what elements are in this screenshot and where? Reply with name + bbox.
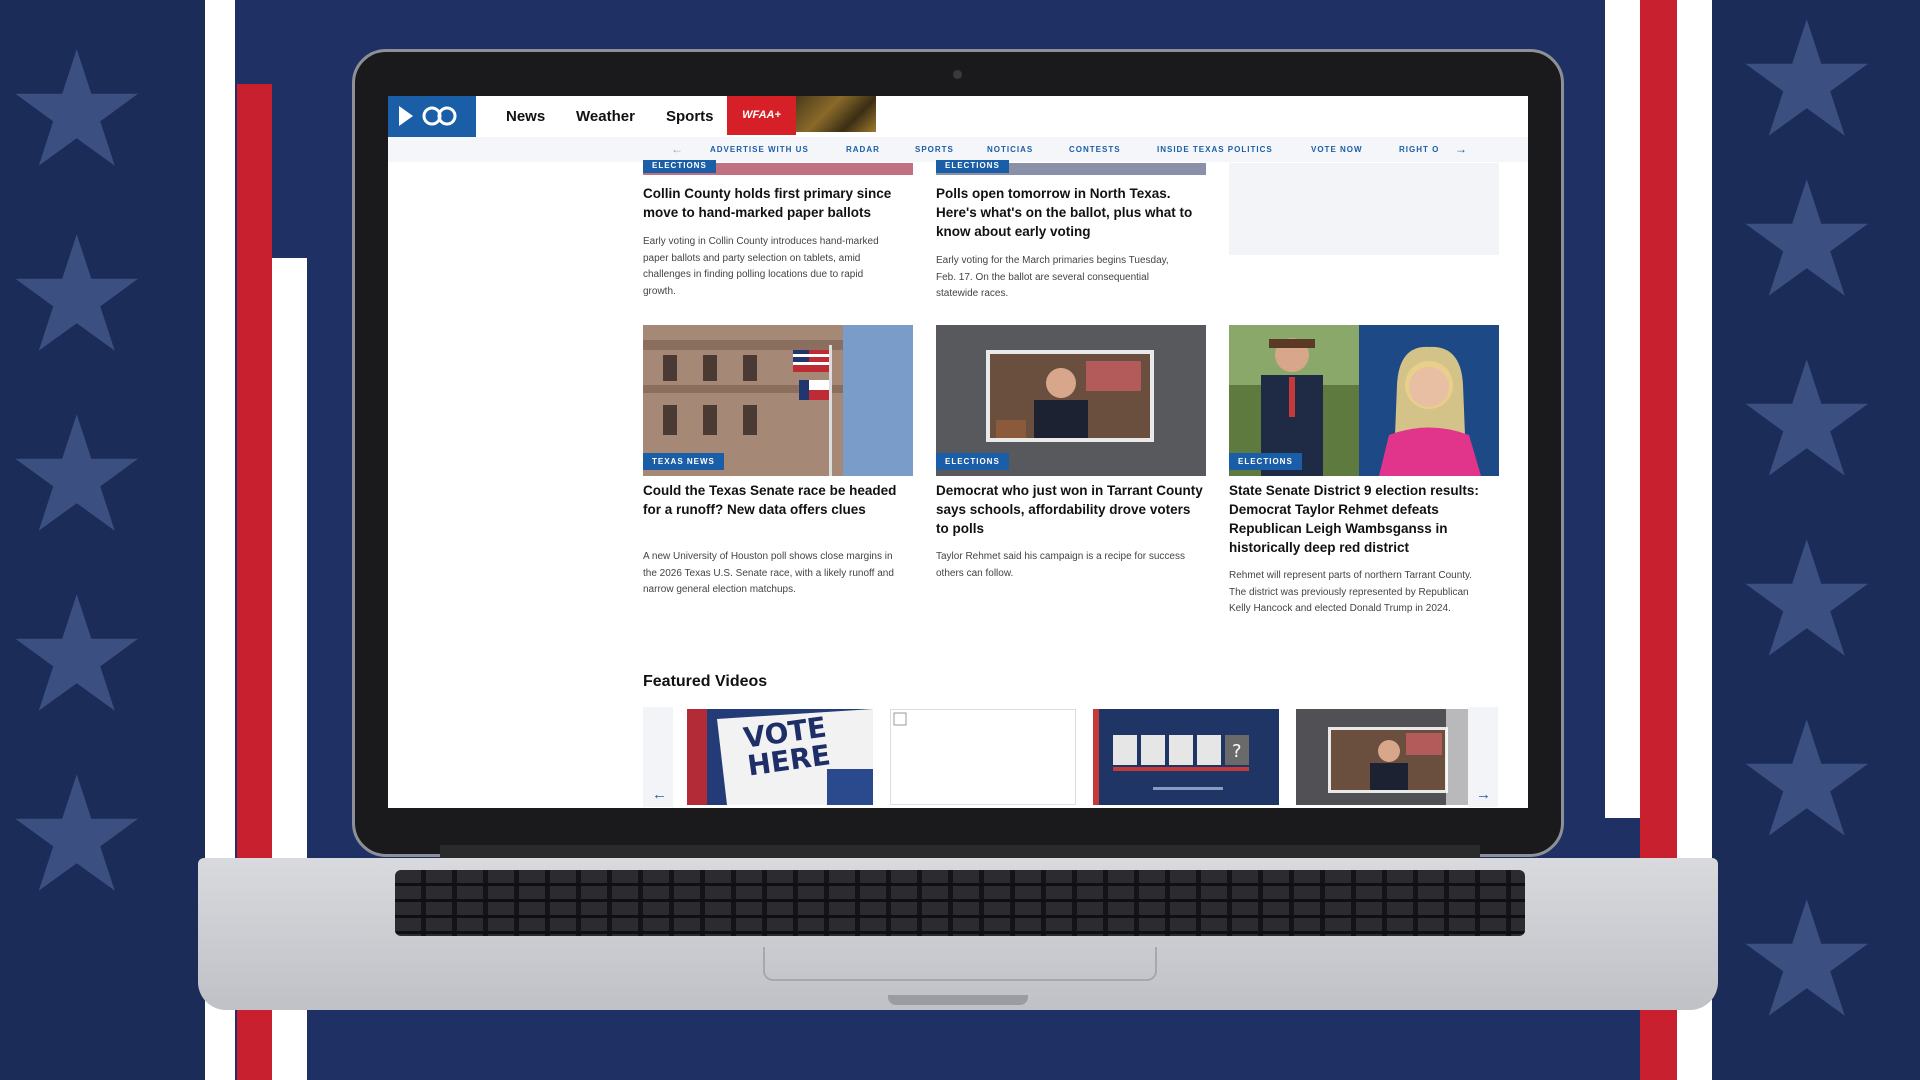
star-icon: ★ xyxy=(5,201,149,388)
video-thumbnail-candidates-panel[interactable]: ? xyxy=(1093,709,1279,805)
subnav-contests[interactable]: CONTESTS xyxy=(1069,145,1121,154)
subnav-advertise[interactable]: ADVERTISE WITH US xyxy=(710,145,809,154)
laptop-notch xyxy=(888,995,1028,1005)
subnav-vote-now[interactable]: VOTE NOW xyxy=(1311,145,1363,154)
broken-image-icon xyxy=(893,712,907,726)
story-headline[interactable]: Polls open tomorrow in North Texas. Here… xyxy=(936,184,1206,241)
video-thumbnail-vote-here[interactable]: VOTE HERE xyxy=(687,709,873,805)
interview-video-image xyxy=(1296,709,1482,805)
promo-thumbnail[interactable] xyxy=(796,96,876,132)
arrow-right-icon[interactable]: → xyxy=(1455,142,1467,156)
story-headline[interactable]: Collin County holds first primary since … xyxy=(643,184,913,222)
story-summary: Taylor Rehmet said his campaign is a rec… xyxy=(936,551,1185,579)
sub-navigation: ← ADVERTISE WITH US RADAR SPORTS NOTICIA… xyxy=(388,137,1528,162)
star-icon: ★ xyxy=(1735,0,1879,173)
video-thumbnail-interview[interactable] xyxy=(1296,709,1482,805)
camera-icon xyxy=(953,70,962,79)
subnav-radar[interactable]: RADAR xyxy=(846,145,880,154)
star-icon: ★ xyxy=(1735,866,1879,1053)
laptop-hinge xyxy=(440,845,1480,859)
star-icon: ★ xyxy=(5,741,149,928)
arrow-left-icon[interactable]: ← xyxy=(671,142,683,156)
candidates-panel-image: ? xyxy=(1093,709,1279,805)
white-stripe-right xyxy=(1605,0,1640,818)
star-icon: ★ xyxy=(1735,326,1879,513)
subnav-inside-texas-politics[interactable]: INSIDE TEXAS POLITICS xyxy=(1157,145,1273,154)
browser-screen: News Weather Sports WFAA+ ← ADVERTISE WI… xyxy=(388,96,1528,808)
play-icon xyxy=(399,106,457,126)
story-tag: ELECTIONS xyxy=(643,160,716,173)
story-headline[interactable]: State Senate District 9 election results… xyxy=(1229,481,1499,557)
site-header: News Weather Sports WFAA+ xyxy=(388,96,1528,138)
star-icon: ★ xyxy=(1735,506,1879,693)
story-tag: ELECTIONS xyxy=(936,160,1009,173)
story-tag: ELECTIONS xyxy=(1229,453,1302,470)
svg-text:?: ? xyxy=(1232,741,1242,762)
nav-sports[interactable]: Sports xyxy=(666,108,714,125)
sidebar-ad-slot xyxy=(1229,163,1499,255)
story-summary: Early voting in Collin County introduces… xyxy=(643,236,879,297)
star-icon: ★ xyxy=(5,16,149,203)
story-tag: ELECTIONS xyxy=(936,453,1009,470)
wfaa-logo[interactable] xyxy=(388,96,476,137)
featured-videos-title: Featured Videos xyxy=(643,673,768,690)
story-summary: Rehmet will represent parts of northern … xyxy=(1229,570,1473,614)
video-thumbnail-blank[interactable] xyxy=(890,709,1076,805)
story-headline[interactable]: Democrat who just won in Tarrant County … xyxy=(936,481,1206,538)
story-summary: Early voting for the March primaries beg… xyxy=(936,255,1169,299)
subnav-sports[interactable]: SPORTS xyxy=(915,145,954,154)
subnav-right-on[interactable]: RIGHT O xyxy=(1399,145,1449,154)
star-icon: ★ xyxy=(5,381,149,568)
star-icon: ★ xyxy=(1735,146,1879,333)
keyboard-rows xyxy=(395,870,1525,936)
story-tag: TEXAS NEWS xyxy=(643,453,724,470)
nav-weather[interactable]: Weather xyxy=(576,108,635,125)
subnav-noticias[interactable]: NOTICIAS xyxy=(987,145,1033,154)
story-summary: A new University of Houston poll shows c… xyxy=(643,551,894,595)
wfaa-plus-button[interactable]: WFAA+ xyxy=(727,96,796,135)
nav-news[interactable]: News xyxy=(506,108,545,125)
story-headline[interactable]: Could the Texas Senate race be headed fo… xyxy=(643,481,913,519)
star-icon: ★ xyxy=(5,561,149,748)
trackpad xyxy=(763,947,1157,981)
star-icon: ★ xyxy=(1735,686,1879,873)
carousel-next-icon[interactable]: → xyxy=(1476,786,1491,803)
carousel-prev-icon[interactable]: ← xyxy=(652,786,667,803)
